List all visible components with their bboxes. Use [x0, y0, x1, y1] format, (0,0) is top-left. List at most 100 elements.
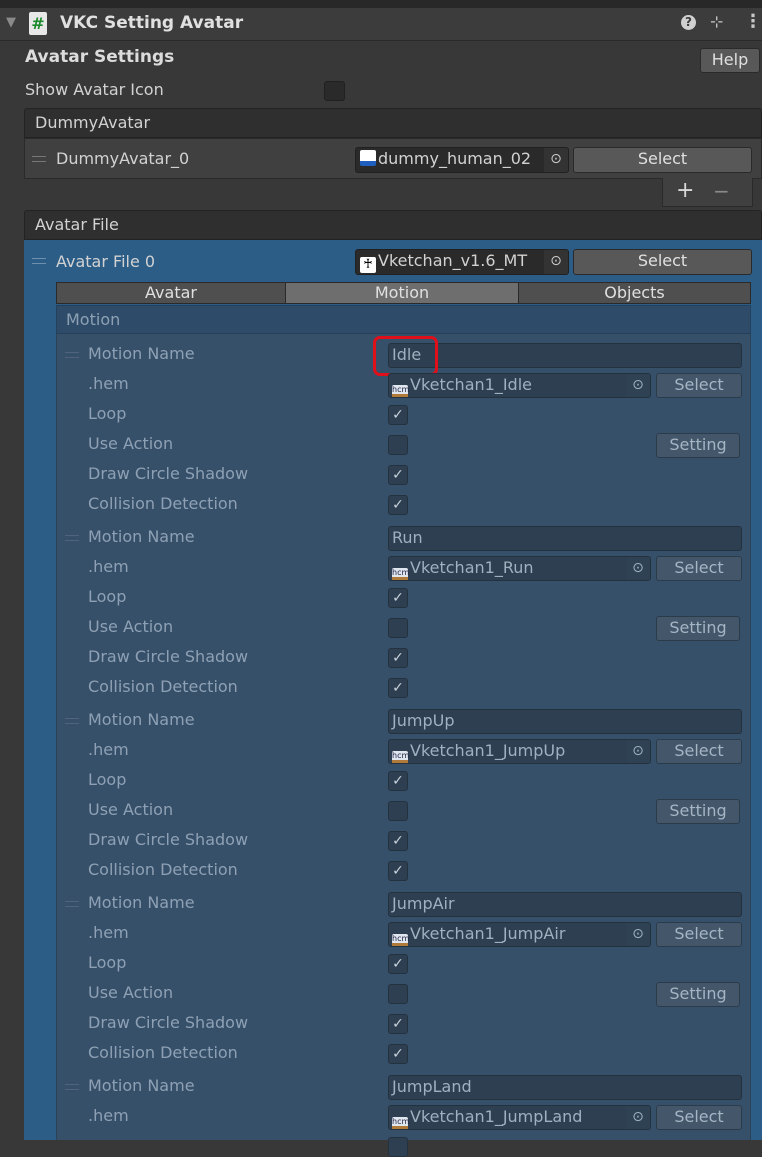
hem-object-field[interactable]: hcmVketchan1_Idle ⊙ [388, 373, 651, 398]
motion-name-input[interactable]: JumpLand [388, 1075, 742, 1100]
object-field-value: Vketchan_v1.6_MT [378, 251, 528, 270]
loop-label: Loop [88, 953, 127, 972]
use-action-setting-button[interactable]: Setting [656, 799, 740, 824]
drag-handle-icon[interactable] [32, 156, 46, 162]
collision-detection-label: Collision Detection [88, 494, 238, 513]
tab-avatar[interactable]: Avatar [56, 282, 286, 304]
drag-handle-icon[interactable] [65, 901, 79, 907]
object-field-value: Vketchan1_JumpUp [410, 741, 566, 760]
motion-name-label: Motion Name [88, 893, 195, 912]
top-strip [0, 0, 762, 8]
preset-icon[interactable]: ⊹ [710, 12, 723, 31]
object-picker-icon[interactable]: ⊙ [544, 250, 568, 274]
use-action-setting-button[interactable]: Setting [656, 433, 740, 458]
loop-checkbox[interactable]: ✓ [388, 954, 408, 974]
dummy-avatar-header[interactable]: DummyAvatar [24, 108, 762, 138]
remove-item-button[interactable]: − [713, 179, 730, 203]
use-action-label: Use Action [88, 983, 174, 1002]
collision-detection-checkbox[interactable]: ✓ [388, 495, 408, 515]
object-picker-icon[interactable]: ⊙ [626, 557, 650, 580]
drag-handle-icon[interactable] [65, 1084, 79, 1090]
object-picker-icon[interactable]: ⊙ [544, 148, 568, 172]
use-action-setting-button[interactable]: Setting [656, 982, 740, 1007]
loop-label: Loop [88, 404, 127, 423]
tab-motion[interactable]: Motion [285, 282, 519, 304]
dummy-avatar-label: DummyAvatar_0 [56, 149, 190, 168]
hem-select-button[interactable]: Select [656, 556, 742, 581]
draw-circle-shadow-label: Draw Circle Shadow [88, 647, 249, 666]
loop-checkbox[interactable]: ✓ [388, 405, 408, 425]
collision-detection-checkbox[interactable]: ✓ [388, 678, 408, 698]
drag-handle-icon[interactable] [65, 535, 79, 541]
draw-circle-shadow-checkbox[interactable]: ✓ [388, 465, 408, 485]
draw-circle-shadow-label: Draw Circle Shadow [88, 1013, 249, 1032]
tab-objects[interactable]: Objects [518, 282, 751, 304]
collision-detection-checkbox[interactable]: ✓ [388, 1044, 408, 1064]
use-action-checkbox[interactable] [388, 618, 408, 638]
help-button[interactable]: Help [700, 48, 760, 73]
hem-file-icon: hcm [392, 934, 409, 946]
highlight-box [373, 336, 438, 376]
avatar-file-object-field[interactable]: ♰ Vketchan_v1.6_MT ⊙ [355, 249, 569, 275]
draw-circle-shadow-checkbox[interactable]: ✓ [388, 1014, 408, 1034]
hem-file-icon: hcm [392, 568, 409, 580]
collision-detection-checkbox[interactable]: ✓ [388, 861, 408, 881]
hem-object-field[interactable]: hcmVketchan1_JumpUp ⊙ [388, 739, 651, 764]
loop-checkbox[interactable]: ✓ [388, 588, 408, 608]
hem-file-icon: hcm [392, 751, 409, 763]
use-action-checkbox[interactable] [388, 435, 408, 455]
component-title: VKC Setting Avatar [60, 13, 244, 33]
motion-name-input[interactable]: JumpAir [388, 892, 742, 917]
hem-object-field[interactable]: hcmVketchan1_Run ⊙ [388, 556, 651, 581]
csharp-script-icon: # [29, 12, 47, 35]
loop-checkbox[interactable] [388, 1137, 408, 1157]
dummy-avatar-object-field[interactable]: dummy_human_02 ⊙ [355, 147, 569, 173]
use-action-label: Use Action [88, 434, 174, 453]
object-picker-icon[interactable]: ⊙ [626, 374, 650, 397]
hem-object-field[interactable]: hcmVketchan1_JumpLand ⊙ [388, 1105, 651, 1130]
drag-handle-icon[interactable] [32, 258, 46, 264]
object-field-value: Vketchan1_JumpAir [410, 924, 566, 943]
loop-label: Loop [88, 587, 127, 606]
help-icon[interactable]: ? [681, 15, 696, 30]
avatar-file-header[interactable]: Avatar File [24, 210, 762, 240]
draw-circle-shadow-label: Draw Circle Shadow [88, 464, 249, 483]
use-action-checkbox[interactable] [388, 984, 408, 1004]
motion-name-label: Motion Name [88, 527, 195, 546]
hem-file-icon: hcm [392, 1117, 409, 1129]
object-field-value: Vketchan1_Run [410, 558, 534, 577]
draw-circle-shadow-label: Draw Circle Shadow [88, 830, 249, 849]
use-action-setting-button[interactable]: Setting [656, 616, 740, 641]
dummy-avatar-select-button[interactable]: Select [573, 147, 752, 173]
motion-name-label: Motion Name [88, 1076, 195, 1095]
add-item-button[interactable]: + [676, 178, 694, 203]
foldout-arrow-icon[interactable]: ▼ [6, 15, 16, 30]
hem-select-button[interactable]: Select [656, 739, 742, 764]
avatar-file-select-button[interactable]: Select [573, 249, 752, 275]
object-picker-icon[interactable]: ⊙ [626, 1106, 650, 1129]
more-menu-icon[interactable]: ⋮ [744, 11, 762, 32]
object-picker-icon[interactable]: ⊙ [626, 923, 650, 946]
hem-select-button[interactable]: Select [656, 1105, 742, 1130]
motion-name-input[interactable]: Idle [388, 343, 742, 368]
drag-handle-icon[interactable] [65, 718, 79, 724]
show-avatar-icon-checkbox[interactable] [324, 81, 345, 101]
draw-circle-shadow-checkbox[interactable]: ✓ [388, 648, 408, 668]
motion-header[interactable]: Motion [56, 305, 751, 334]
hem-label: .hem [88, 557, 129, 576]
motion-name-input[interactable]: Run [388, 526, 742, 551]
loop-label: Loop [88, 770, 127, 789]
drag-handle-icon[interactable] [65, 352, 79, 358]
motion-name-input[interactable]: JumpUp [388, 709, 742, 734]
hem-select-button[interactable]: Select [656, 373, 742, 398]
loop-checkbox[interactable]: ✓ [388, 771, 408, 791]
use-action-label: Use Action [88, 617, 174, 636]
avatar-file-icon: ♰ [360, 257, 376, 273]
object-field-value: dummy_human_02 [378, 149, 532, 168]
hem-select-button[interactable]: Select [656, 922, 742, 947]
hem-object-field[interactable]: hcmVketchan1_JumpAir ⊙ [388, 922, 651, 947]
collision-detection-label: Collision Detection [88, 860, 238, 879]
draw-circle-shadow-checkbox[interactable]: ✓ [388, 831, 408, 851]
object-picker-icon[interactable]: ⊙ [626, 740, 650, 763]
use-action-checkbox[interactable] [388, 801, 408, 821]
